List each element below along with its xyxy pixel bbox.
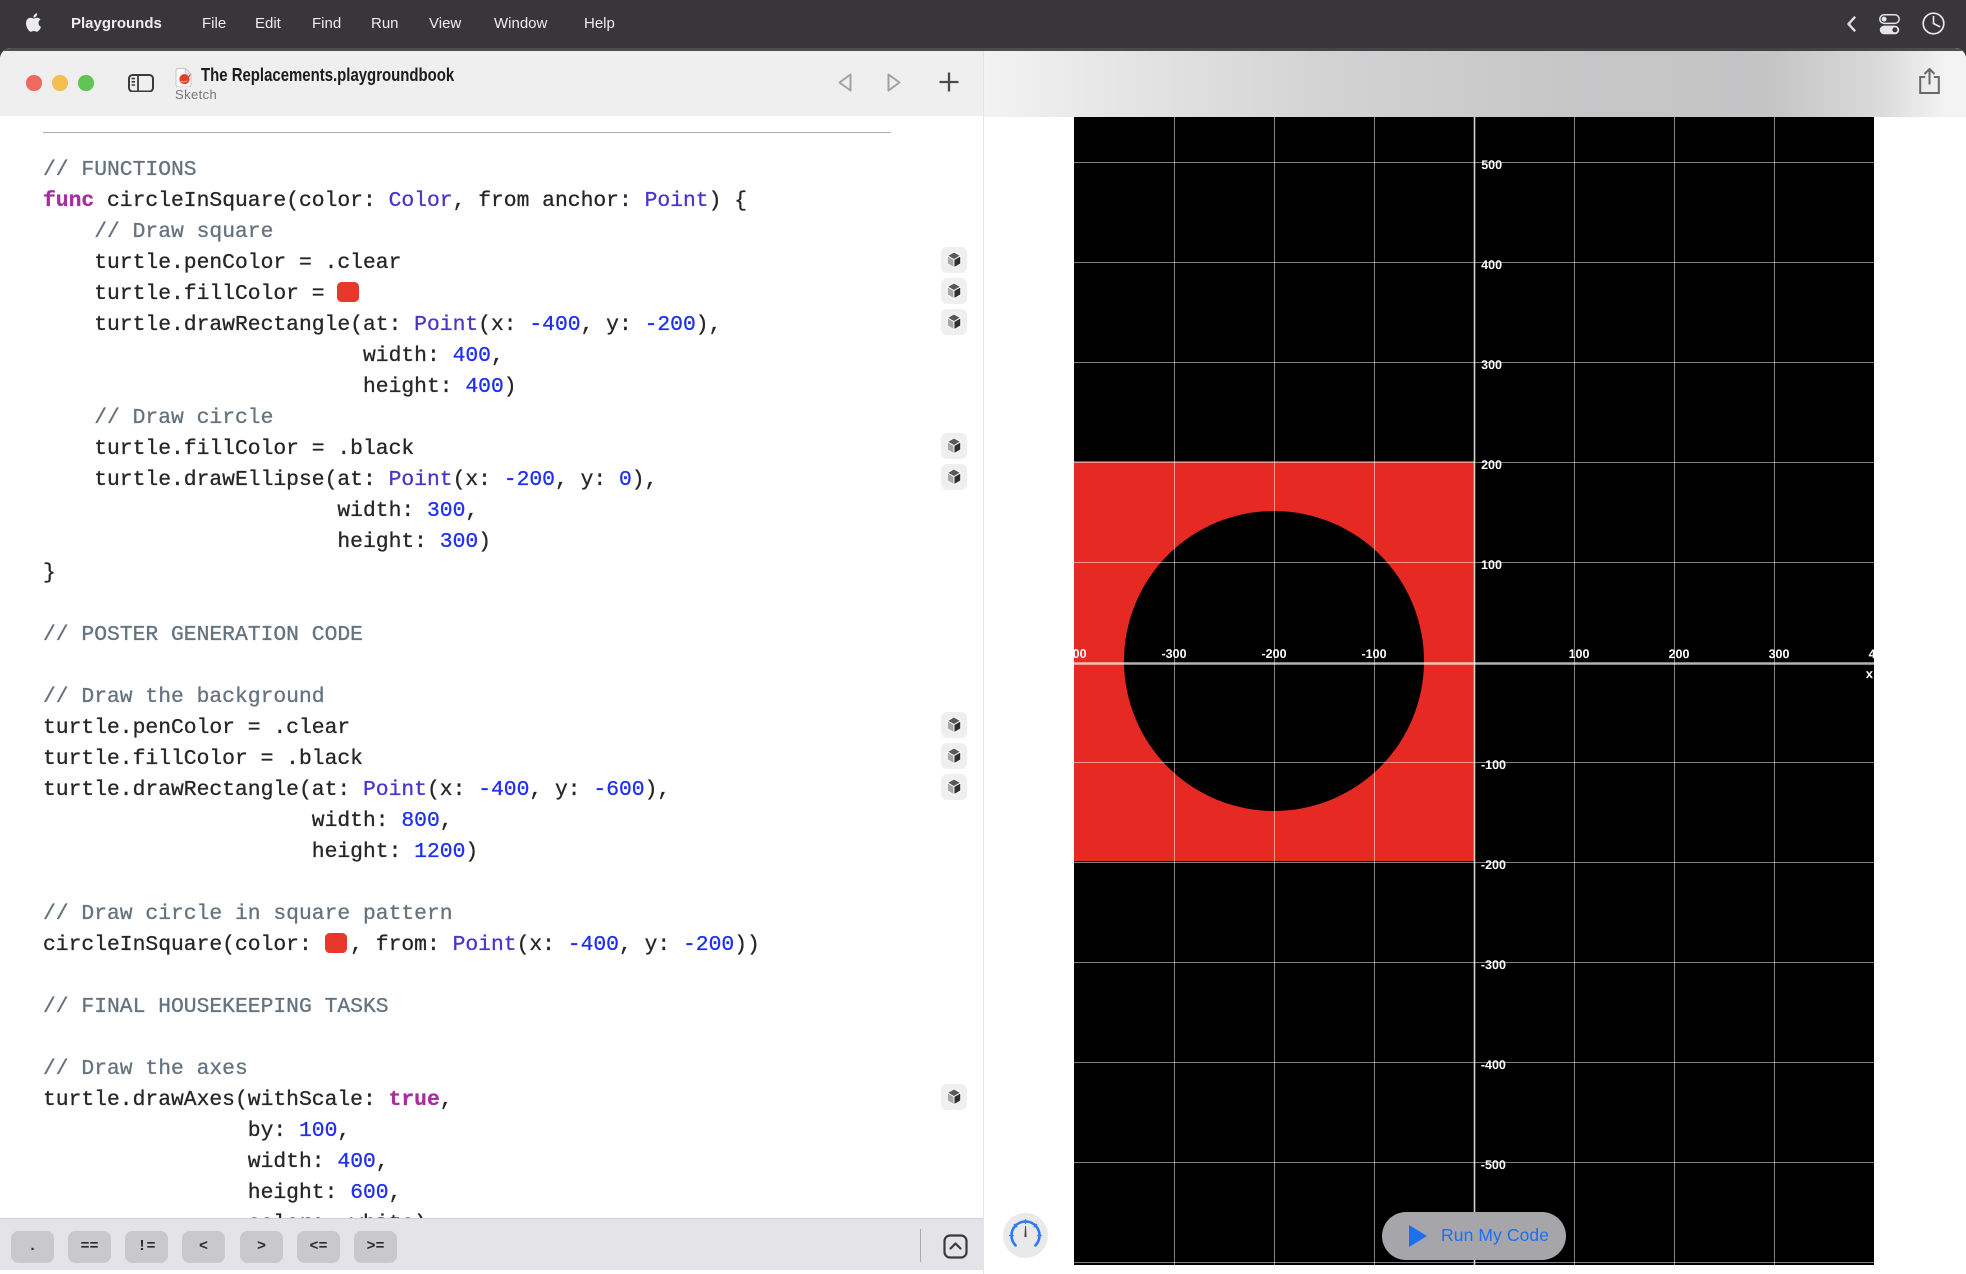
svg-text:-200: -200 (1261, 647, 1286, 661)
svg-text:-100: -100 (1361, 647, 1386, 661)
svg-text:-500: -500 (1481, 1158, 1506, 1172)
svg-text:400: 400 (1869, 647, 1874, 661)
svg-text:200: 200 (1669, 647, 1690, 661)
svg-text:300: 300 (1769, 647, 1790, 661)
svg-text:100: 100 (1569, 647, 1590, 661)
svg-text:x: x (1866, 666, 1874, 681)
svg-text:-200: -200 (1481, 858, 1506, 872)
svg-text:-300: -300 (1161, 647, 1186, 661)
svg-text:100: 100 (1481, 558, 1502, 572)
svg-text:400: 400 (1481, 258, 1502, 272)
svg-text:200: 200 (1481, 458, 1502, 472)
svg-text:500: 500 (1481, 158, 1502, 172)
svg-text:300: 300 (1481, 358, 1502, 372)
svg-text:-400: -400 (1481, 1058, 1506, 1072)
svg-text:-300: -300 (1481, 958, 1506, 972)
svg-text:-400: -400 (1074, 647, 1087, 661)
svg-text:-100: -100 (1481, 758, 1506, 772)
